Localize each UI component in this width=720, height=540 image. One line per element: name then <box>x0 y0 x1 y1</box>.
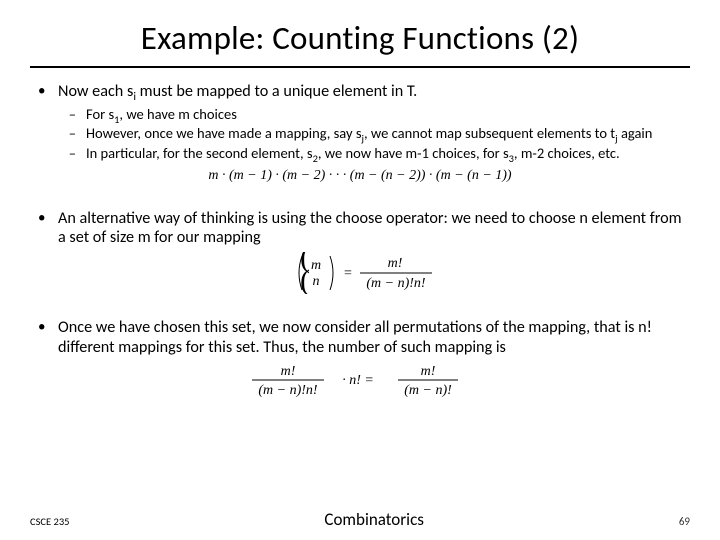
formula-binomial: ( ( m n = m! (m − n)!n! <box>32 252 688 300</box>
title-underline <box>30 66 690 68</box>
text-run: , m-2 choices, etc. <box>514 144 620 162</box>
text-run: , we cannot map subsequent elements to t <box>364 124 615 142</box>
bullet-marker: • <box>32 318 58 358</box>
text-run: Now each s <box>58 82 133 101</box>
svg-text:n: n <box>313 274 320 289</box>
svg-text:· n! =: · n! = <box>342 373 374 388</box>
svg-text:m!: m! <box>388 256 403 271</box>
bullet-level1: • An alternative way of thinking is usin… <box>32 209 688 249</box>
slide-footer: CSCE 235 Combinatorics 69 <box>30 509 690 530</box>
text-run: must be mapped to a unique element in T. <box>136 82 417 101</box>
bullet-marker: – <box>32 145 86 163</box>
svg-text:m: m <box>311 258 321 273</box>
bullet-level1: • Now each si must be mapped to a unique… <box>32 82 688 102</box>
slide-body: • Now each si must be mapped to a unique… <box>30 82 690 407</box>
bullet-text: Once we have chosen this set, we now con… <box>58 318 688 358</box>
bullet-level2: – However, once we have made a mapping, … <box>32 125 688 143</box>
text-run: In particular, for the second element, s <box>86 144 313 162</box>
formula-product: m · (m − 1) · (m − 2) · · · (m − (n − 2)… <box>32 165 688 191</box>
footer-course: CSCE 235 <box>30 515 70 528</box>
svg-text:=: = <box>344 266 352 281</box>
bullet-marker: – <box>32 125 86 143</box>
bullet-marker: • <box>32 82 58 102</box>
bullet-level2: – For s1, we have m choices <box>32 106 688 124</box>
text-run: again <box>618 124 653 142</box>
svg-text:m!: m! <box>281 364 296 379</box>
text-run: However, once we have made a mapping, sa… <box>86 124 362 142</box>
slide: Example: Counting Functions (2) • Now ea… <box>0 0 720 540</box>
bullet-marker: • <box>32 209 58 249</box>
bullet-level1: • Once we have chosen this set, we now c… <box>32 318 688 358</box>
svg-text:m!: m! <box>421 364 436 379</box>
svg-text:(m − n)!n!: (m − n)!n! <box>366 276 426 291</box>
svg-text:(m − n)!n!: (m − n)!n! <box>258 383 318 398</box>
footer-topic: Combinatorics <box>70 509 679 530</box>
svg-text:(m − n)!: (m − n)! <box>404 383 452 398</box>
formula-result: m! (m − n)!n! · n! = m! (m − n)! <box>32 361 688 407</box>
text-run: , we now have m-1 choices, for s <box>318 144 509 162</box>
bullet-text: Now each si must be mapped to a unique e… <box>58 82 688 102</box>
formula-text: m · (m − 1) · (m − 2) · · · (m − (n − 2)… <box>208 168 512 183</box>
bullet-text: An alternative way of thinking is using … <box>58 209 688 249</box>
slide-title: Example: Counting Functions (2) <box>30 18 690 66</box>
footer-page-number: 69 <box>679 515 690 528</box>
bullet-marker: – <box>32 106 86 124</box>
text-run: For s <box>86 105 114 123</box>
bullet-text: For s1, we have m choices <box>86 106 688 124</box>
text-run: , we have m choices <box>119 105 236 123</box>
bullet-text: However, once we have made a mapping, sa… <box>86 125 688 143</box>
bullet-text: In particular, for the second element, s… <box>86 145 688 163</box>
bullet-level2: – In particular, for the second element,… <box>32 145 688 163</box>
